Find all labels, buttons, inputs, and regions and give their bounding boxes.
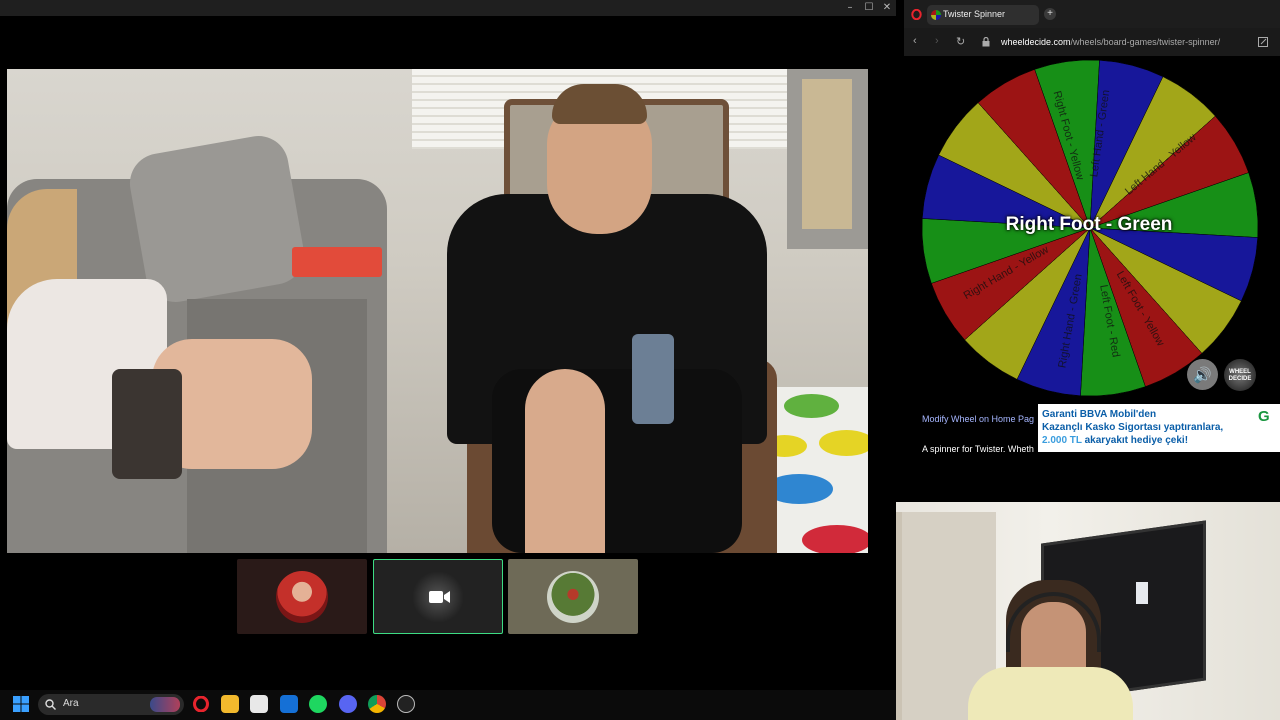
- obs-icon[interactable]: [397, 695, 415, 713]
- minimize-button[interactable]: –: [842, 1, 858, 15]
- video-call-window: – ☐ ✕: [0, 0, 896, 690]
- file-explorer-icon[interactable]: [221, 695, 239, 713]
- sound-toggle-button[interactable]: 🔊: [1187, 359, 1218, 390]
- ad-text: Garanti BBVA Mobil'den Kazançlı Kasko Si…: [1042, 408, 1252, 447]
- wheeldecide-logo[interactable]: WHEEL DECIDE: [1224, 359, 1256, 391]
- windows-start-icon[interactable]: [13, 696, 29, 712]
- participant-tile-2-active[interactable]: [373, 559, 503, 634]
- search-highlight-icon: [150, 697, 180, 712]
- reload-button[interactable]: ↻: [956, 35, 965, 48]
- url-path: /wheels/board-games/twister-spinner/: [1070, 37, 1221, 47]
- tab-title: Twister Spinner: [943, 9, 1006, 19]
- opera-icon[interactable]: [192, 695, 210, 713]
- garanti-bbva-ad-banner[interactable]: Garanti BBVA Mobil'den Kazançlı Kasko Si…: [1038, 404, 1280, 452]
- new-tab-button[interactable]: +: [1044, 8, 1056, 20]
- ad-line-3: akaryakıt hediye çeki!: [1081, 435, 1189, 446]
- tab-strip: Twister Spinner +: [904, 0, 1280, 28]
- microsoft-store-icon[interactable]: [250, 695, 268, 713]
- participant-avatar: [547, 570, 599, 623]
- url-domain: wheeldecide.com: [1001, 37, 1071, 47]
- back-button[interactable]: ‹: [913, 35, 917, 47]
- page-content: Left Hand - GreenRight Foot - YellowLeft…: [904, 56, 1280, 502]
- close-button[interactable]: ✕: [879, 1, 895, 15]
- taskbar-search-input[interactable]: Ara: [38, 694, 184, 715]
- discord-icon[interactable]: [339, 695, 357, 713]
- search-icon: [45, 699, 56, 710]
- garanti-logo: G: [1258, 408, 1270, 425]
- modify-wheel-link[interactable]: Modify Wheel on Home Pag: [922, 414, 1034, 424]
- address-bar: ‹ › ↻ wheeldecide.com/wheels/board-games…: [904, 28, 1280, 56]
- participant-tile-1[interactable]: [237, 559, 367, 634]
- chrome-icon[interactable]: [368, 695, 386, 713]
- browser-window: Twister Spinner + ‹ › ↻ wheeldecide.com/…: [904, 0, 1280, 502]
- speaker-icon: 🔊: [1193, 366, 1212, 384]
- tab-twister-spinner[interactable]: Twister Spinner: [927, 5, 1039, 25]
- lock-icon[interactable]: [982, 37, 990, 47]
- camera-off-icon: [429, 591, 450, 603]
- url-field[interactable]: wheeldecide.com/wheels/board-games/twist…: [1001, 37, 1220, 47]
- maximize-button[interactable]: ☐: [861, 1, 877, 15]
- ad-line-2: Kazançlı Kasko Sigortası yaptıranlara,: [1042, 422, 1224, 433]
- spotify-icon[interactable]: [309, 695, 327, 713]
- main-video-feed[interactable]: [7, 69, 868, 553]
- outlook-icon[interactable]: [280, 695, 298, 713]
- participant-tile-3[interactable]: [508, 559, 638, 634]
- spin-result: Right Foot - Green: [1005, 214, 1173, 235]
- page-description: A spinner for Twister. Wheth: [922, 444, 1034, 454]
- edit-icon[interactable]: [1258, 37, 1268, 47]
- opera-menu-icon[interactable]: [911, 9, 922, 20]
- search-placeholder: Ara: [63, 698, 79, 709]
- wheel-favicon-icon: [931, 10, 941, 20]
- participant-avatar: [276, 570, 328, 623]
- ad-line-1: Garanti BBVA Mobil'den: [1042, 409, 1157, 420]
- call-titlebar: – ☐ ✕: [0, 0, 896, 16]
- ad-amount: 2.000 TL: [1042, 435, 1082, 446]
- streamer-webcam: [896, 502, 1280, 720]
- forward-button[interactable]: ›: [935, 35, 939, 47]
